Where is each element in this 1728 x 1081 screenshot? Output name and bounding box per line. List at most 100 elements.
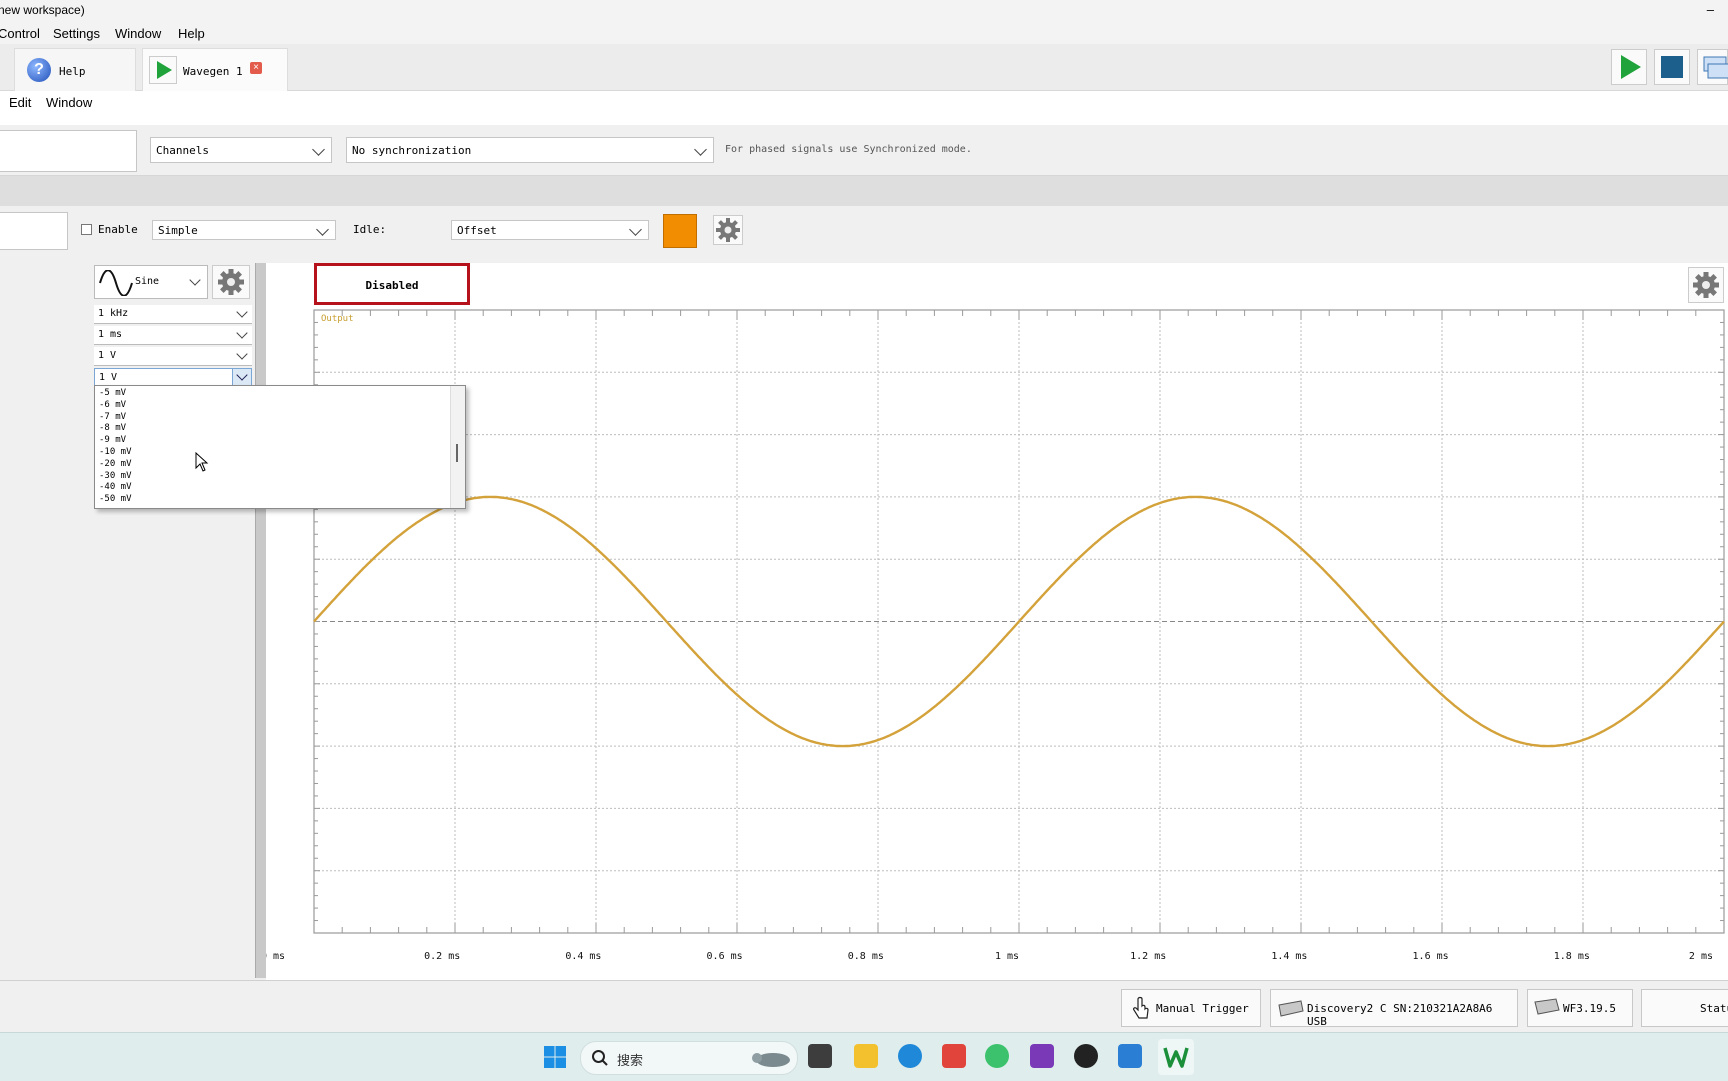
stop-all-button[interactable]	[1654, 49, 1690, 85]
panel-splitter[interactable]	[255, 263, 266, 978]
chevron-down-icon	[189, 274, 201, 286]
amplitude-field[interactable]: 1 V	[94, 347, 252, 366]
offset-dropdown-list[interactable]: -5 mV -6 mV -7 mV -8 mV -9 mV -10 mV -20 mV -30…	[94, 385, 466, 509]
dropdown-option[interactable]: -6 mV	[99, 400, 126, 411]
tab-wavegen[interactable]: Wavegen 1 ×	[142, 48, 288, 91]
x-tick-label: 1.4 ms	[1271, 951, 1307, 962]
photos-icon[interactable]	[1118, 1044, 1142, 1068]
mode-select-value: Simple	[158, 224, 198, 237]
taskbar: 搜索	[0, 1032, 1728, 1081]
channels-select[interactable]: Channels	[150, 137, 332, 163]
dropdown-option[interactable]: -20 mV	[99, 459, 132, 470]
manual-trigger-button[interactable]: Manual Trigger	[1121, 989, 1261, 1027]
mode-select[interactable]: Simple	[152, 220, 336, 240]
amplitude-value: 1 V	[98, 350, 117, 361]
help-icon: ?	[27, 58, 51, 82]
x-tick-label: 0.2 ms	[424, 951, 460, 962]
run-all-button[interactable]	[1611, 49, 1647, 85]
dropdown-option[interactable]: -7 mV	[99, 412, 126, 423]
version-label: WF3.19.5	[1563, 1002, 1616, 1015]
enable-label: Enable	[98, 223, 138, 236]
task-view-icon[interactable]	[808, 1044, 832, 1068]
version-button[interactable]: WF3.19.5	[1527, 989, 1633, 1027]
dropdown-scrollbar[interactable]	[450, 386, 465, 508]
file-explorer-icon[interactable]	[854, 1044, 878, 1068]
gear-icon	[716, 218, 740, 242]
idle-select[interactable]: Offset	[451, 220, 649, 240]
chevron-down-icon	[236, 369, 248, 381]
taskbar-search[interactable]: 搜索	[580, 1041, 798, 1075]
x-axis-labels: 0 ms 0.2 ms 0.4 ms 0.6 ms 0.8 ms 1 ms 1.2 ms 1.…	[266, 951, 1713, 962]
channel-label-box	[0, 212, 68, 250]
device-label: Discovery2 C SN:210321A2A8A6 USB	[1307, 1002, 1493, 1028]
gear-icon	[1693, 272, 1719, 298]
channel-options-row: Enable Simple Idle: Offset	[0, 206, 1728, 260]
x-tick-label: 1 ms	[995, 951, 1019, 962]
menu-window-sub[interactable]: Window	[46, 95, 92, 110]
scrollbar-thumb[interactable]	[456, 444, 458, 462]
onenote-icon[interactable]	[1030, 1044, 1054, 1068]
gear-icon	[218, 269, 244, 295]
minimize-button[interactable]: –	[1707, 2, 1714, 17]
wave-settings-button[interactable]	[212, 265, 250, 299]
menu-settings[interactable]: Settings	[53, 26, 100, 41]
dropdown-option[interactable]: -30 mV	[99, 471, 132, 482]
color-swatch[interactable]	[663, 214, 697, 248]
idle-select-value: Offset	[457, 224, 497, 237]
stop-icon	[1661, 56, 1683, 78]
waveforms-taskbar-button[interactable]	[1158, 1039, 1194, 1075]
sync-select[interactable]: No synchronization	[346, 137, 714, 163]
channel-settings-button[interactable]	[713, 215, 743, 245]
status-button[interactable]: Statu	[1641, 989, 1728, 1027]
x-tick-label: 0.8 ms	[848, 951, 884, 962]
chevron-down-icon	[236, 306, 248, 318]
separator-band	[0, 176, 1728, 206]
wave-type-select[interactable]: Sine	[94, 265, 208, 299]
obs-icon[interactable]	[1074, 1044, 1098, 1068]
waveforms-icon	[1163, 1047, 1189, 1068]
enable-checkbox[interactable]	[81, 224, 92, 235]
menu-edit[interactable]: Edit	[9, 95, 31, 110]
frequency-field[interactable]: 1 kHz	[94, 305, 252, 324]
device-button[interactable]: Discovery2 C SN:210321A2A8A6 USB	[1270, 989, 1518, 1028]
windows-start-icon[interactable]	[543, 1045, 567, 1069]
device-icon	[1278, 1000, 1304, 1017]
status-bar: Manual Trigger Discovery2 C SN:210321A2A…	[0, 980, 1728, 1033]
dropdown-option[interactable]: -40 mV	[99, 482, 132, 493]
wechat-icon[interactable]	[985, 1044, 1009, 1068]
chevron-down-icon	[694, 143, 707, 156]
menu-control[interactable]: Control	[0, 26, 40, 41]
period-value: 1 ms	[98, 329, 123, 340]
hand-pointer-icon	[1133, 996, 1149, 1019]
tab-bar: ? Help Wavegen 1 ×	[0, 44, 1728, 91]
instrument-menu: Edit Window	[0, 91, 1728, 125]
sync-select-value: No synchronization	[352, 144, 472, 157]
period-field[interactable]: 1 ms	[94, 326, 252, 345]
dropdown-option[interactable]: -50 mV	[99, 494, 132, 505]
edge-browser-icon[interactable]	[898, 1044, 922, 1068]
dropdown-option[interactable]: -9 mV	[99, 435, 126, 446]
windows-button[interactable]	[1697, 49, 1728, 85]
waveform-plot[interactable]: 0 ms 0.2 ms 0.4 ms 0.6 ms 0.8 ms 1 ms 1.2 ms 1.…	[266, 263, 1728, 980]
x-tick-label: 2 ms	[1689, 951, 1713, 962]
offset-value: 1 V	[99, 372, 118, 383]
wave-type-value: Sine	[135, 276, 160, 287]
close-tab-icon[interactable]: ×	[250, 62, 262, 74]
manatee-icon	[752, 1053, 790, 1067]
menu-bar: Control Settings Window Help	[0, 22, 1728, 44]
wave-parameters-panel: Sine 1 kHz 1 ms 1 V 1 V	[0, 260, 262, 980]
tab-help[interactable]: ? Help	[14, 48, 136, 91]
channel-bar: Channels No synchronization For phased s…	[0, 125, 1728, 176]
dropdown-option[interactable]: -5 mV	[99, 388, 126, 399]
menu-window[interactable]: Window	[115, 26, 161, 41]
plot-settings-button[interactable]	[1688, 267, 1724, 303]
status-text: Disabled	[365, 279, 419, 292]
status-label: Statu	[1700, 1002, 1728, 1015]
dropdown-option[interactable]: -8 mV	[99, 423, 126, 434]
offset-dropdown-button[interactable]	[232, 369, 251, 386]
app-g-icon[interactable]	[942, 1044, 966, 1068]
menu-help[interactable]: Help	[178, 26, 205, 41]
dropdown-option[interactable]: -10 mV	[99, 447, 132, 458]
window-title: new workspace)	[0, 3, 85, 17]
search-placeholder: 搜索	[617, 1053, 644, 1068]
